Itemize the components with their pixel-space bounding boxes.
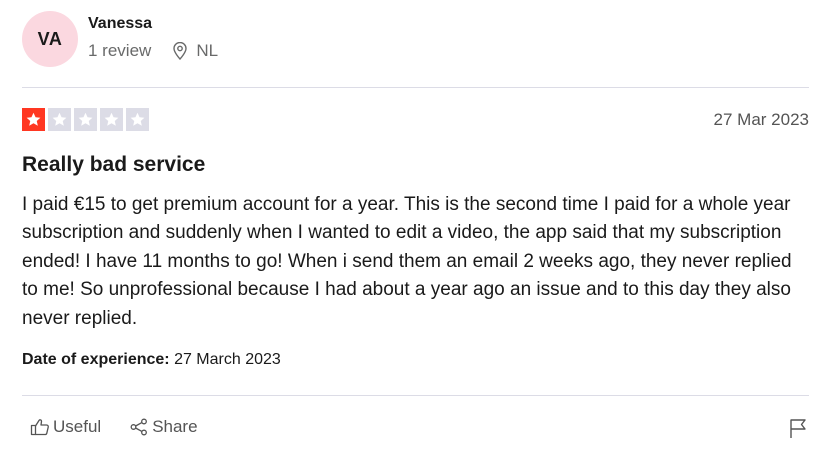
review-body: I paid €15 to get premium account for a … <box>22 194 792 329</box>
share-button[interactable]: Share <box>129 417 198 437</box>
review-actions: Useful Share <box>30 417 198 437</box>
star-rating <box>22 108 149 131</box>
reviewer-location: NL <box>172 41 218 61</box>
star-empty-icon <box>74 108 97 131</box>
experience-date: 27 March 2023 <box>174 351 281 368</box>
useful-label: Useful <box>53 417 102 436</box>
star-empty-icon <box>100 108 123 131</box>
report-button[interactable] <box>789 418 807 444</box>
review-title[interactable]: Really bad service <box>22 153 205 177</box>
thumbs-up-icon <box>30 419 49 436</box>
experience-label: Date of experience: <box>22 351 170 368</box>
date-of-experience: Date of experience: 27 March 2023 <box>22 351 281 369</box>
share-icon <box>130 418 148 436</box>
star-empty-icon <box>48 108 71 131</box>
star-filled-icon <box>22 108 45 131</box>
avatar[interactable]: VA <box>22 11 78 67</box>
useful-button[interactable]: Useful <box>30 417 101 437</box>
reviewer-meta: 1 review NL <box>88 41 218 61</box>
flag-icon <box>790 419 806 438</box>
reviewer-country: NL <box>196 41 219 60</box>
reviewer-name[interactable]: Vanessa <box>88 15 152 33</box>
review-date: 27 Mar 2023 <box>713 110 809 129</box>
location-pin-icon <box>173 42 188 60</box>
divider <box>22 395 809 396</box>
review-card: VA Vanessa 1 review NL 27 Mar 2023 Reall… <box>0 0 821 454</box>
review-count: 1 review <box>88 41 152 60</box>
divider <box>22 87 809 88</box>
share-label: Share <box>152 417 198 436</box>
star-empty-icon <box>126 108 149 131</box>
